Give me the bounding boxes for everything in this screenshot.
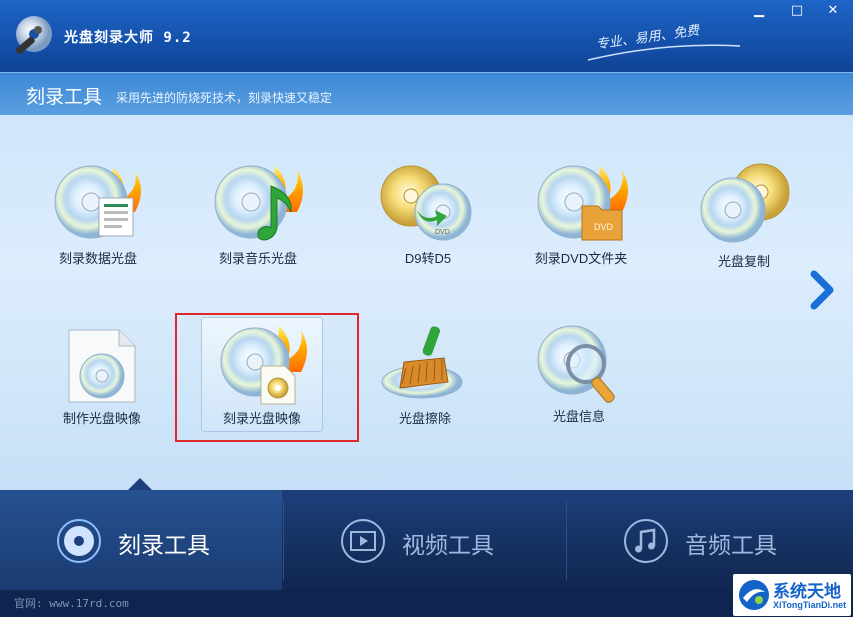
title-bar: 光盘刻录大师 9.2 专业、易用、免费 ▁ □ ✕	[0, 0, 853, 72]
bottom-nav: 刻录工具 视频工具 音频工具	[0, 490, 853, 590]
tool-disc-info[interactable]: 光盘信息	[524, 320, 634, 440]
watermark-url: XiTongTianDi.net	[773, 600, 847, 610]
tool-disc-copy[interactable]: 光盘复制	[689, 160, 799, 280]
app-logo-icon	[15, 16, 52, 54]
tab-burn-tools[interactable]: 刻录工具	[0, 490, 282, 590]
data-disc-icon	[54, 165, 141, 239]
next-page-arrow-icon[interactable]	[806, 270, 836, 310]
selection-highlight	[175, 313, 359, 442]
section-title: 刻录工具	[26, 87, 103, 108]
tool-make-disc-image[interactable]: 制作光盘映像	[47, 322, 157, 442]
watermark: 系统天地 XiTongTianDi.net	[733, 574, 851, 616]
slogan-swoosh-icon	[587, 44, 741, 61]
status-bar: 官网: www.17rd.com	[0, 590, 853, 617]
section-header: 刻录工具 采用先进的防烧死技术，刻录快速又稳定	[0, 72, 853, 116]
tab-label: 刻录工具	[118, 532, 210, 558]
disc-copy-icon	[700, 163, 790, 243]
tool-label: 刻录数据光盘	[58, 251, 137, 266]
tab-label: 视频工具	[402, 532, 494, 558]
tool-erase-disc[interactable]: 光盘擦除	[370, 322, 480, 442]
erase-disc-icon	[381, 326, 463, 399]
music-disc-icon	[214, 165, 303, 241]
burn-tools-icon	[57, 519, 101, 563]
tool-label: 光盘复制	[717, 254, 770, 269]
audio-tools-icon	[624, 519, 668, 563]
tool-burn-music-disc[interactable]: 刻录音乐光盘	[203, 160, 313, 280]
tool-label: 刻录DVD文件夹	[534, 251, 628, 266]
watermark-logo-icon	[739, 580, 769, 610]
tool-burn-data-disc[interactable]: 刻录数据光盘	[43, 160, 153, 280]
svg-text:DVD: DVD	[594, 222, 614, 232]
website-link[interactable]: 官网: www.17rd.com	[14, 595, 129, 611]
disc-info-icon	[537, 325, 615, 403]
tool-label: 制作光盘映像	[62, 411, 141, 426]
app-title: 光盘刻录大师 9.2	[64, 30, 192, 46]
watermark-title: 系统天地	[773, 582, 841, 601]
tab-video-tools[interactable]: 视频工具	[284, 490, 566, 590]
tool-label: 光盘信息	[552, 409, 605, 424]
dvd-folder-icon: DVD	[537, 165, 628, 241]
make-image-icon	[68, 329, 136, 403]
maximize-button[interactable]: □	[786, 2, 808, 20]
tool-d9-to-d5[interactable]: DVD D9转D5	[373, 160, 483, 280]
section-subtitle: 采用先进的防烧死技术，刻录快速又稳定	[116, 91, 333, 105]
tool-label: 光盘擦除	[398, 411, 451, 426]
tab-label: 音频工具	[685, 532, 777, 558]
tool-label: 刻录音乐光盘	[218, 251, 297, 266]
svg-text:DVD: DVD	[435, 229, 450, 236]
minimize-button[interactable]: ▁	[748, 2, 770, 20]
active-tab-notch	[128, 478, 152, 490]
tool-label: D9转D5	[404, 251, 452, 266]
tool-burn-dvd-folder[interactable]: DVD 刻录DVD文件夹	[526, 160, 636, 280]
d9-to-d5-icon: DVD	[380, 165, 472, 241]
video-tools-icon	[341, 519, 385, 563]
close-button[interactable]: ✕	[822, 2, 844, 20]
